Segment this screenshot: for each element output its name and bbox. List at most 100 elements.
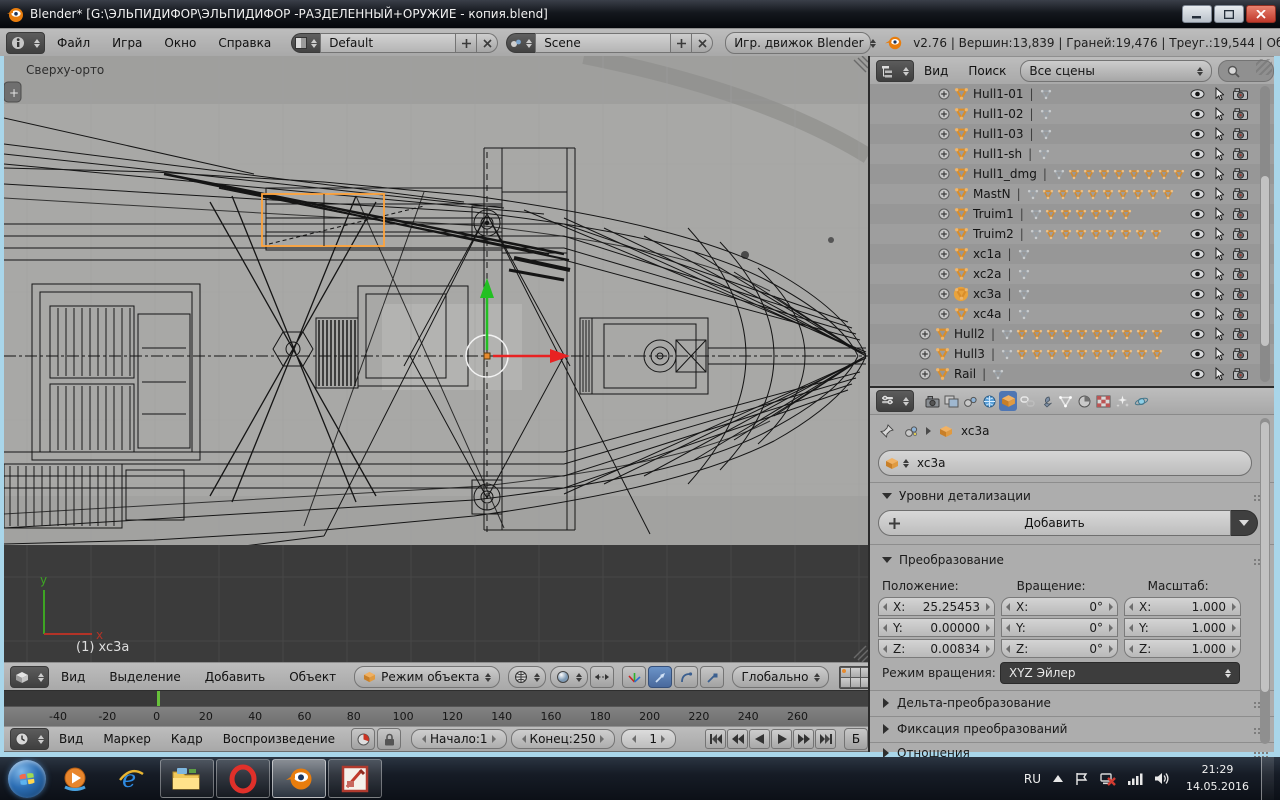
object-name[interactable]: Truim1 xyxy=(973,207,1014,221)
panel-delta-transform[interactable]: Дельта-преобразование xyxy=(870,692,1274,714)
renderable-camera-icon[interactable] xyxy=(1233,328,1248,340)
rotation-x-field[interactable]: X:0° xyxy=(1001,597,1118,616)
renderable-camera-icon[interactable] xyxy=(1233,108,1248,120)
expand-icon[interactable] xyxy=(938,188,950,200)
menu-add[interactable]: Добавить xyxy=(193,670,277,684)
menu-ol-search[interactable]: Поиск xyxy=(958,64,1016,78)
selectable-cursor-icon[interactable] xyxy=(1214,147,1224,161)
expand-icon[interactable] xyxy=(938,228,950,240)
visibility-eye-icon[interactable] xyxy=(1190,269,1205,279)
visibility-eye-icon[interactable] xyxy=(1190,309,1205,319)
tab-particles[interactable] xyxy=(1113,391,1131,411)
rotation-z-field[interactable]: Z:0° xyxy=(1001,639,1118,658)
menu-tl-marker[interactable]: Маркер xyxy=(93,732,161,746)
jump-to-end-button[interactable] xyxy=(815,729,836,749)
layout-name-field[interactable]: Default xyxy=(320,33,456,53)
language-indicator[interactable]: RU xyxy=(1024,772,1041,786)
outliner-item-xc4a[interactable]: xc4a| xyxy=(870,304,1274,324)
tab-modifiers[interactable] xyxy=(1037,391,1055,411)
panel-transform-locks[interactable]: Фиксация преобразований xyxy=(870,718,1274,740)
lod-add-button[interactable]: Добавить xyxy=(878,510,1258,536)
object-name[interactable]: Hull1_dmg xyxy=(973,167,1037,181)
tab-world[interactable] xyxy=(980,391,998,411)
selectable-cursor-icon[interactable] xyxy=(1214,267,1224,281)
menu-ol-view[interactable]: Вид xyxy=(914,64,958,78)
renderable-camera-icon[interactable] xyxy=(1233,128,1248,140)
outliner-item-Hull1-02[interactable]: Hull1-02| xyxy=(870,104,1274,124)
start-button[interactable] xyxy=(8,760,46,798)
tab-render-layers[interactable] xyxy=(942,391,960,411)
scale-x-field[interactable]: X:1.000 xyxy=(1124,597,1241,616)
scene-name-field[interactable]: Scene xyxy=(535,33,671,53)
visibility-eye-icon[interactable] xyxy=(1190,189,1205,199)
manipulate-centers-button[interactable] xyxy=(590,666,614,688)
object-name[interactable]: xc4a xyxy=(973,307,1001,321)
outliner-item-MastN[interactable]: MastN| xyxy=(870,184,1274,204)
action-center-flag-icon[interactable] xyxy=(1075,772,1088,786)
layer-cell-2[interactable] xyxy=(851,668,860,677)
outliner-item-Hull3[interactable]: Hull3| xyxy=(870,344,1274,364)
visibility-eye-icon[interactable] xyxy=(1190,149,1205,159)
play-reverse-button[interactable] xyxy=(749,729,770,749)
visibility-eye-icon[interactable] xyxy=(1190,169,1205,179)
outliner-filter-dropdown[interactable]: Все сцены xyxy=(1020,60,1212,82)
tab-material[interactable] xyxy=(1075,391,1093,411)
editor-type-outliner-button[interactable] xyxy=(876,60,914,82)
layout-add-button[interactable] xyxy=(456,33,477,53)
location-x-field[interactable]: X:25.25453 xyxy=(878,597,995,616)
scene-add-button[interactable] xyxy=(671,33,692,53)
visibility-eye-icon[interactable] xyxy=(1190,289,1205,299)
visibility-eye-icon[interactable] xyxy=(1190,129,1205,139)
prev-keyframe-button[interactable] xyxy=(727,729,748,749)
visibility-eye-icon[interactable] xyxy=(1190,209,1205,219)
selectable-cursor-icon[interactable] xyxy=(1214,287,1224,301)
tab-render[interactable] xyxy=(923,391,941,411)
rotation-y-field[interactable]: Y:0° xyxy=(1001,618,1118,637)
object-name[interactable]: xc1a xyxy=(973,247,1001,261)
menu-object[interactable]: Объект xyxy=(277,670,348,684)
breadcrumb-object-icon[interactable] xyxy=(939,425,953,438)
renderable-camera-icon[interactable] xyxy=(1233,188,1248,200)
outliner-item-Hull1-03[interactable]: Hull1-03| xyxy=(870,124,1274,144)
expand-icon[interactable] xyxy=(938,248,950,260)
selectable-cursor-icon[interactable] xyxy=(1214,167,1224,181)
breadcrumb-scene-icon[interactable] xyxy=(904,425,918,438)
renderable-camera-icon[interactable] xyxy=(1233,268,1248,280)
render-engine-dropdown[interactable]: Игр. движок Blender xyxy=(725,32,871,54)
layout-close-button[interactable] xyxy=(477,33,498,53)
taskbar-opera-button[interactable] xyxy=(216,759,270,798)
visibility-eye-icon[interactable] xyxy=(1190,369,1205,379)
network-error-icon[interactable] xyxy=(1100,772,1116,786)
renderable-camera-icon[interactable] xyxy=(1233,208,1248,220)
expand-icon[interactable] xyxy=(919,328,931,340)
signal-strength-icon[interactable] xyxy=(1128,772,1143,785)
expand-icon[interactable] xyxy=(938,148,950,160)
selectable-cursor-icon[interactable] xyxy=(1214,367,1224,381)
outliner-item-Truim1[interactable]: Truim1| xyxy=(870,204,1274,224)
expand-icon[interactable] xyxy=(919,368,931,380)
taskbar-wmp-button[interactable] xyxy=(48,759,102,798)
selectable-cursor-icon[interactable] xyxy=(1214,127,1224,141)
outliner-item-Truim2[interactable]: Truim2| xyxy=(870,224,1274,244)
expand-icon[interactable] xyxy=(938,128,950,140)
panel-grip[interactable] xyxy=(1254,495,1256,497)
manipulator-translate-button[interactable] xyxy=(648,666,672,688)
menu-view[interactable]: Вид xyxy=(49,670,97,684)
sync-button[interactable]: Б xyxy=(844,728,868,750)
viewport-3d[interactable]: y x Сверху-орто (1) xc3a + xyxy=(4,56,868,662)
object-name[interactable]: Hull1-sh xyxy=(973,147,1022,161)
object-name[interactable]: Hull1-03 xyxy=(973,127,1024,141)
manipulator-scale-button[interactable] xyxy=(700,666,724,688)
layer-cell-7[interactable] xyxy=(851,678,860,687)
tab-constraints[interactable] xyxy=(1018,391,1036,411)
taskbar-ie-button[interactable]: e xyxy=(104,759,158,798)
selectable-cursor-icon[interactable] xyxy=(1214,307,1224,321)
outliner-item-xc1a[interactable]: xc1a| xyxy=(870,244,1274,264)
expand-icon[interactable] xyxy=(938,108,950,120)
renderable-camera-icon[interactable] xyxy=(1233,148,1248,160)
selectable-cursor-icon[interactable] xyxy=(1214,227,1224,241)
manipulator-rotate-button[interactable] xyxy=(674,666,698,688)
taskbar-picture-manager-button[interactable] xyxy=(328,759,382,798)
pin-icon[interactable] xyxy=(880,424,894,438)
object-name[interactable]: Hull1-02 xyxy=(973,107,1024,121)
